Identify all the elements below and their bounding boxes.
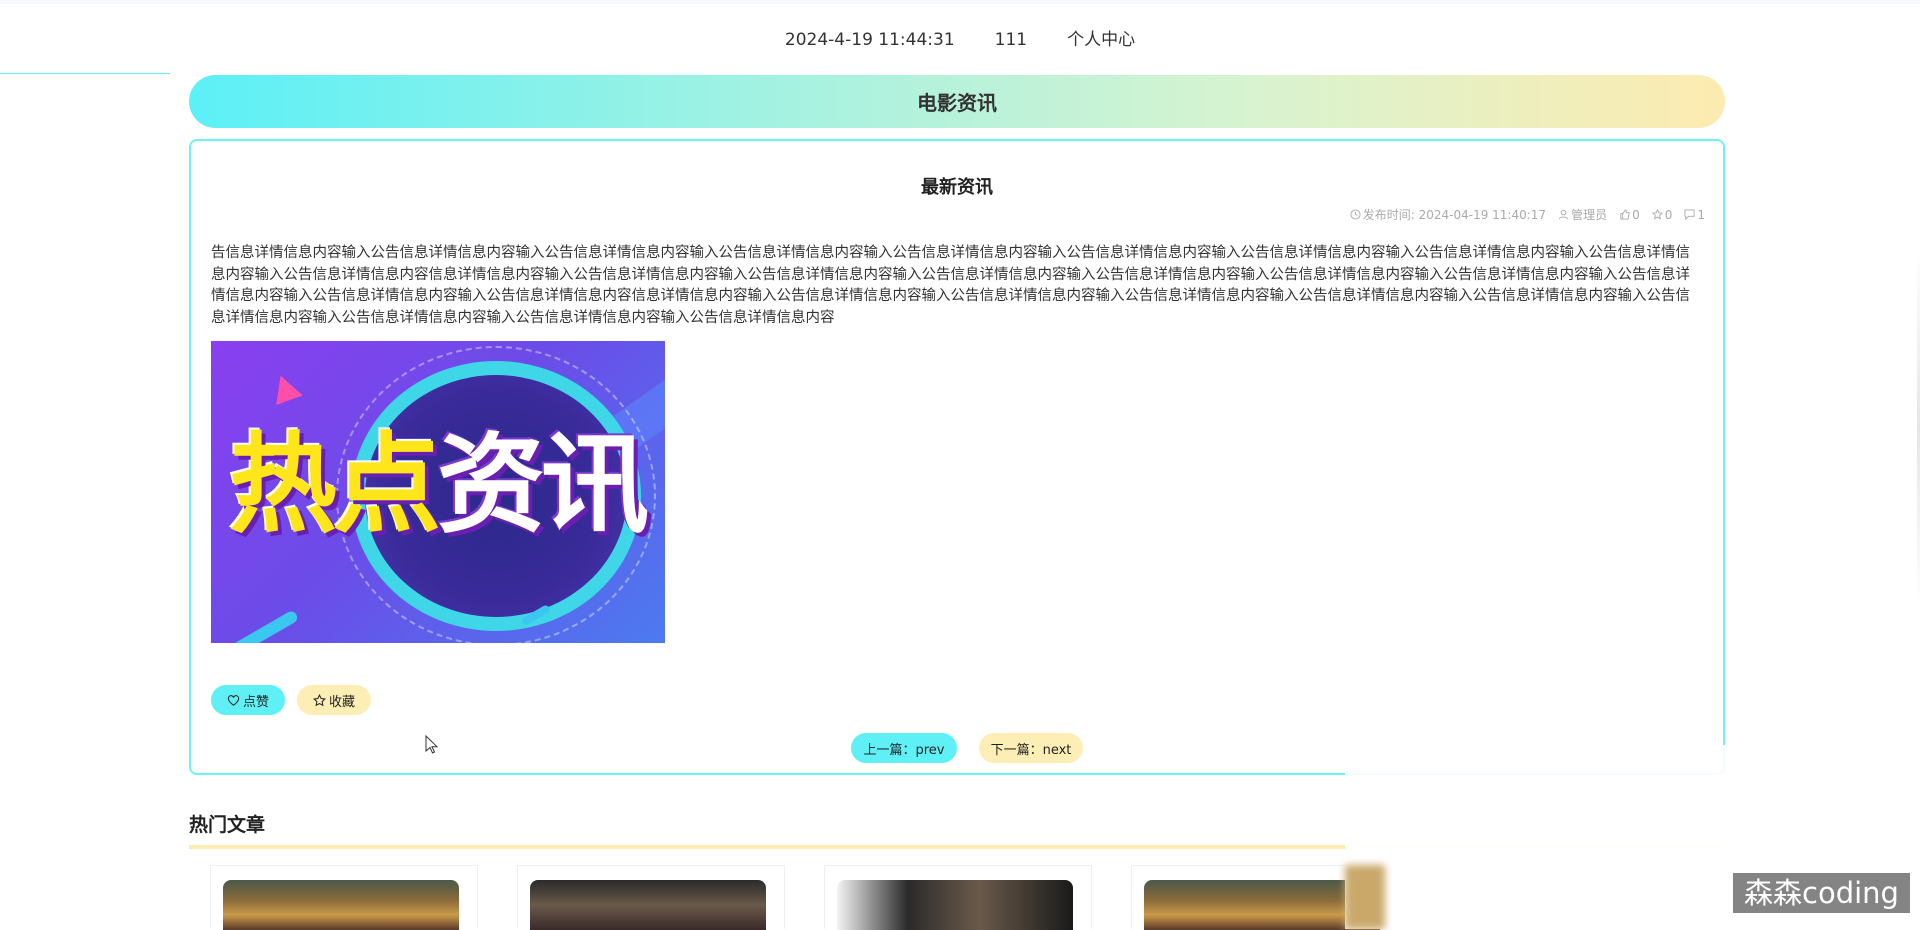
next-article-label: 下一篇：next — [990, 742, 1072, 758]
author-name: 管理员 — [1571, 208, 1608, 222]
publish-time: 发布时间: 2024-04-19 11:40:17 — [1350, 206, 1546, 223]
overlay-fade — [1345, 745, 1725, 929]
nav-underline — [0, 73, 170, 74]
author: 管理员 — [1558, 206, 1607, 223]
section-banner: 电影资讯 — [189, 75, 1725, 128]
watermark: 森森coding — [1733, 873, 1910, 913]
user-icon — [1558, 209, 1569, 220]
poster-text: 热点资讯 — [229, 423, 649, 548]
like-button-label: 点赞 — [242, 694, 269, 710]
publish-time-label: 发布时间: 2024-04-19 11:40:17 — [1362, 208, 1547, 222]
profile-center-link[interactable]: 个人中心 — [1067, 28, 1135, 52]
clock-icon — [1350, 209, 1361, 220]
article-image: 热点资讯 — [211, 341, 665, 643]
hot-article-item[interactable] — [517, 865, 785, 930]
article-meta: 发布时间: 2024-04-19 11:40:17 管理员 0 0 1 — [1350, 206, 1705, 223]
comment-count: 1 — [1684, 206, 1705, 223]
like-button[interactable]: 点赞 — [211, 685, 285, 715]
banner-title: 电影资讯 — [917, 91, 997, 115]
star-icon — [312, 693, 326, 706]
top-info: 2024-4-19 11:44:31 111 个人中心 — [0, 28, 1920, 52]
next-article-button[interactable]: 下一篇：next — [979, 733, 1083, 763]
article-title: 最新资讯 — [921, 177, 993, 198]
top-bar: 2024-4-19 11:44:31 111 个人中心 — [0, 0, 1920, 74]
current-datetime: 2024-4-19 11:44:31 — [784, 30, 955, 50]
username-link[interactable]: 111 — [995, 28, 1027, 52]
favorite-button[interactable]: 收藏 — [297, 685, 371, 715]
favorite-count: 0 — [1651, 206, 1672, 223]
hot-article-thumbnail[interactable] — [223, 880, 459, 930]
prev-article-label: 上一篇：prev — [863, 742, 945, 758]
hot-articles-title: 热门文章 — [189, 814, 266, 836]
hot-article-item[interactable] — [824, 865, 1092, 930]
heart-icon — [227, 694, 240, 706]
like-count: 0 — [1619, 206, 1640, 223]
hot-article-thumbnail[interactable] — [530, 880, 766, 930]
hot-article-item[interactable] — [210, 865, 478, 930]
star-icon — [1651, 209, 1663, 220]
hot-article-thumbnail[interactable] — [837, 880, 1073, 930]
favorite-button-label: 收藏 — [328, 694, 355, 710]
thumbs-up-icon — [1620, 209, 1630, 220]
article-card: 最新资讯 发布时间: 2024-04-19 11:40:17 管理员 0 0 1… — [189, 139, 1725, 775]
comment-icon — [1684, 209, 1695, 220]
prev-article-button[interactable]: 上一篇：prev — [851, 733, 957, 763]
mouse-cursor-icon — [425, 735, 439, 754]
article-content: 告信息详情信息内容输入公告信息详情信息内容输入公告信息详情信息内容输入公告信息详… — [211, 245, 1690, 326]
